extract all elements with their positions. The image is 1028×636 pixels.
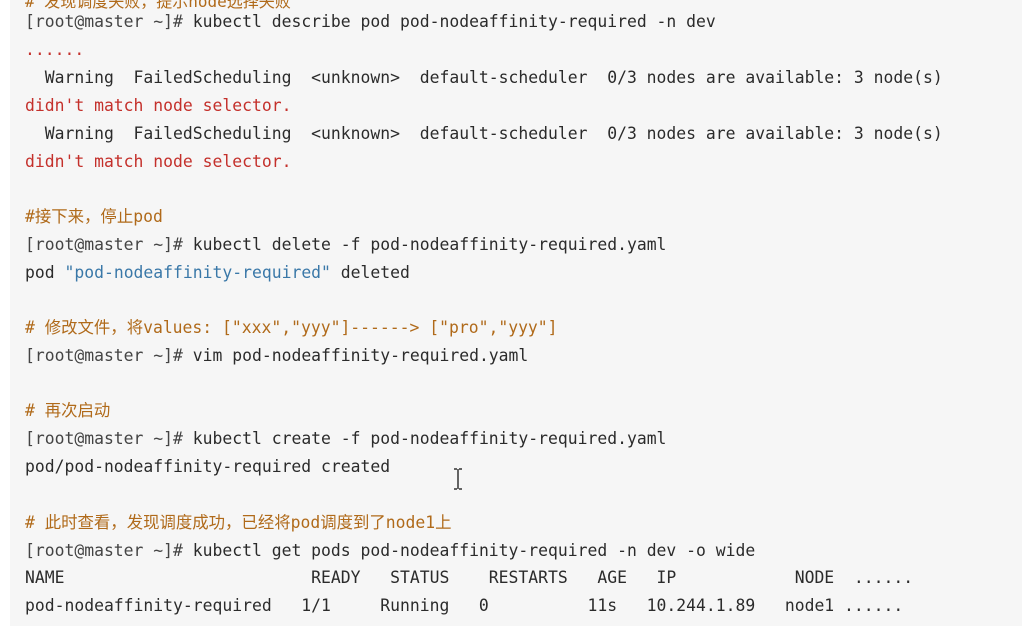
shell-prompt: [root@master ~]# (25, 235, 193, 254)
command-line: [root@master ~]# kubectl create -f pod-n… (25, 429, 666, 449)
command-line: [root@master ~]# kubectl describe pod po… (25, 12, 716, 32)
output-line: pod "pod-nodeaffinity-required" deleted (25, 263, 410, 283)
comment-line: # 修改文件，将values: ["xxx","yyy"]------> ["p… (25, 318, 558, 337)
output-string: "pod-nodeaffinity-required" (64, 263, 331, 282)
shell-prompt: [root@master ~]# (25, 346, 193, 365)
command-line: [root@master ~]# kubectl get pods pod-no… (25, 541, 755, 561)
table-header: NAME READY STATUS RESTARTS AGE IP NODE .… (25, 568, 914, 587)
command-text: kubectl get pods pod-nodeaffinity-requir… (192, 541, 756, 560)
comment-line: # 再次启动 (25, 401, 111, 420)
text-cursor-icon (454, 468, 462, 490)
comment-line: # 此时查看，发现调度成功，已经将pod调度到了node1上 (25, 513, 452, 532)
command-text: vim pod-nodeaffinity-required.yaml (192, 346, 529, 365)
ellipsis-line: ...... (25, 40, 85, 59)
warning-continuation: didn't match node selector. (25, 152, 292, 171)
command-line: [root@master ~]# vim pod-nodeaffinity-re… (25, 346, 528, 366)
warning-line: Warning FailedScheduling <unknown> defau… (25, 124, 943, 143)
output-prefix: pod (25, 263, 65, 282)
shell-prompt: [root@master ~]# (25, 429, 193, 448)
shell-prompt: [root@master ~]# (25, 12, 193, 31)
command-text: kubectl delete -f pod-nodeaffinity-requi… (192, 235, 667, 254)
cut-off-comment: # 发现调度失败，提示node选择失败 (25, 0, 291, 11)
shell-prompt: [root@master ~]# (25, 541, 193, 560)
table-row: pod-nodeaffinity-required 1/1 Running 0 … (25, 596, 904, 615)
output-line: pod/pod-nodeaffinity-required created (25, 457, 391, 476)
warning-continuation: didn't match node selector. (25, 96, 292, 115)
output-suffix: deleted (330, 263, 410, 282)
command-text: kubectl create -f pod-nodeaffinity-requi… (192, 429, 667, 448)
comment-line: #接下来，停止pod (25, 207, 163, 226)
warning-line: Warning FailedScheduling <unknown> defau… (25, 68, 943, 87)
command-line: [root@master ~]# kubectl delete -f pod-n… (25, 235, 666, 255)
command-text: kubectl describe pod pod-nodeaffinity-re… (192, 12, 716, 31)
